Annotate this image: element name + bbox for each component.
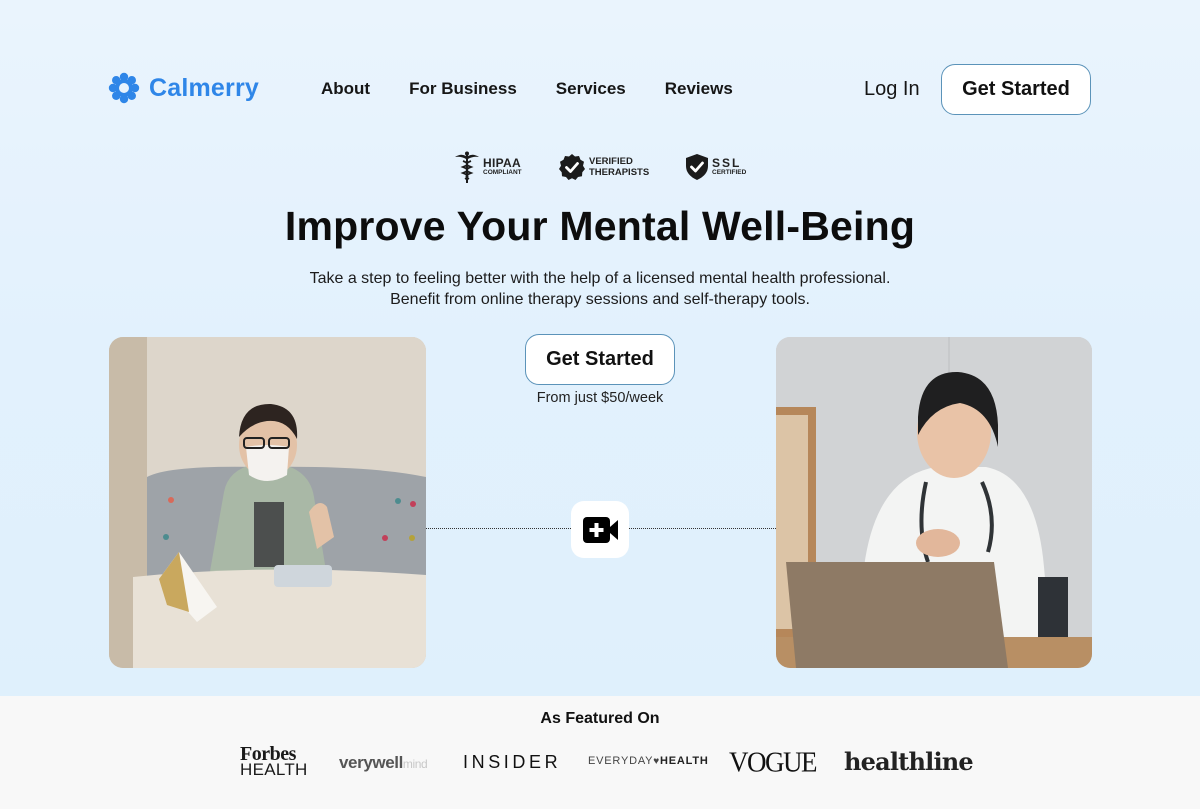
hero-section: Calmerry About For Business Services Rev… [0, 0, 1200, 696]
page-title: Improve Your Mental Well-Being [284, 203, 916, 249]
nav-services[interactable]: Services [556, 79, 626, 99]
verified-therapists-badge: VERIFIED THERAPISTS [558, 153, 685, 181]
nav-reviews[interactable]: Reviews [665, 79, 733, 99]
badge-title: HIPAA [483, 156, 521, 170]
caduceus-icon [455, 151, 479, 183]
badge-subtitle: CERTIFIED [712, 169, 747, 176]
everyday-health-logo[interactable]: EVERYDAY♥HEALTH [588, 755, 709, 767]
badge-title: VERIFIED [589, 156, 633, 167]
video-call-badge [571, 501, 629, 558]
flower-logo-icon [108, 72, 140, 104]
badge-subtitle: THERAPISTS [589, 167, 650, 178]
insider-logo[interactable]: INSIDER [463, 752, 561, 773]
connector-line-left [426, 528, 571, 529]
healthline-logo[interactable]: healthline [844, 747, 974, 776]
therapist-on-laptop-photo [776, 337, 1092, 668]
nav-about[interactable]: About [321, 79, 370, 99]
forbes-health-logo[interactable]: Forbes HEALTH [240, 744, 308, 778]
featured-title: As Featured On [540, 710, 660, 727]
header-get-started-button[interactable]: Get Started [941, 64, 1091, 115]
hero-subtitle-line-2: Benefit from online therapy sessions and… [390, 291, 810, 308]
connector-line-right [629, 528, 776, 529]
badge-subtitle: COMPLIANT [483, 169, 522, 176]
trust-badges: HIPAA COMPLIANT VERIFIED THERAPISTS SSL … [454, 150, 746, 184]
hero-subtitle: Take a step to feeling better with the h… [0, 268, 1200, 310]
nav-for-business[interactable]: For Business [409, 79, 517, 99]
featured-on-section: As Featured On Forbes HEALTH verywellmin… [0, 696, 1200, 809]
verified-check-icon [559, 154, 585, 180]
main-nav: About For Business Services Reviews [321, 79, 733, 99]
ssl-certified-badge: SSL CERTIFIED [685, 153, 746, 181]
client-on-tablet-photo [109, 337, 426, 668]
verywell-mind-logo[interactable]: verywellmind [339, 753, 428, 773]
hero-get-started-button[interactable]: Get Started [525, 334, 675, 385]
brand-name: Calmerry [149, 73, 259, 102]
calmerry-logo[interactable]: Calmerry [108, 72, 259, 104]
hipaa-badge: HIPAA COMPLIANT [454, 150, 558, 184]
badge-title: SSL [712, 156, 742, 170]
video-plus-icon [582, 516, 618, 543]
press-logos: Forbes HEALTH verywellmind INSIDER EVERY… [0, 744, 1200, 784]
hero-subtitle-line-1: Take a step to feeling better with the h… [309, 270, 891, 287]
shield-check-icon [686, 154, 708, 180]
vogue-logo[interactable]: VOGUE [729, 746, 818, 779]
login-link[interactable]: Log In [864, 78, 920, 101]
